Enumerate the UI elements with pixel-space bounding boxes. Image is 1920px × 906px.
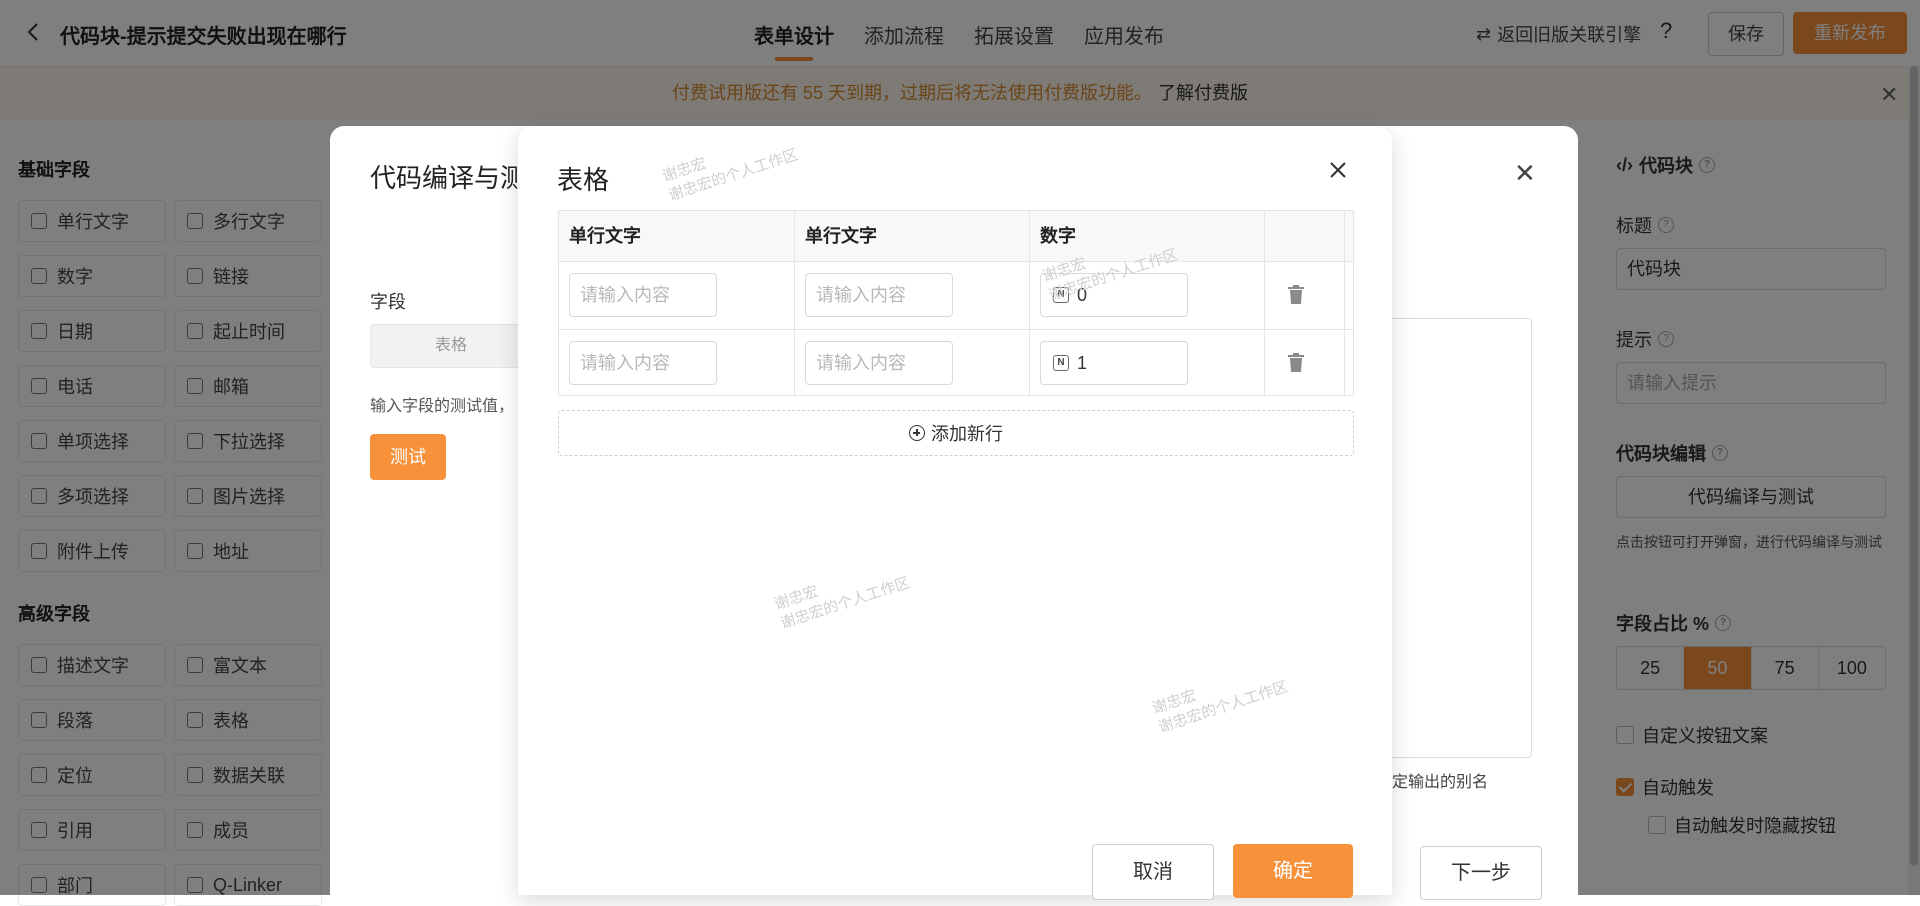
field-value-box[interactable]: 表格: [370, 324, 532, 368]
test-value-hint: 输入字段的测试值，: [370, 398, 515, 415]
close-icon[interactable]: [1326, 158, 1350, 182]
text-input[interactable]: 请输入内容: [569, 273, 717, 317]
column-header-actions: [1265, 211, 1345, 261]
text-input[interactable]: 请输入内容: [805, 341, 953, 385]
input-table: 单行文字 单行文字 数字 请输入内容 请输入内容 N0 请输入内容 请输入内容 …: [558, 210, 1354, 397]
add-row-button[interactable]: 添加新行: [558, 410, 1354, 456]
code-compile-modal-title: 代码编译与测: [370, 163, 527, 193]
field-label: 字段: [370, 292, 406, 312]
column-header-text-1: 单行文字: [559, 211, 795, 261]
confirm-button[interactable]: 确定: [1233, 844, 1353, 898]
number-input[interactable]: N1: [1040, 341, 1188, 385]
test-button[interactable]: 测试: [370, 434, 446, 480]
plus-circle-icon: [909, 425, 925, 441]
close-icon[interactable]: ✕: [1514, 158, 1536, 189]
add-row-label: 添加新行: [931, 424, 1003, 444]
text-input[interactable]: 请输入内容: [805, 273, 953, 317]
table-row: 请输入内容 请输入内容 N1: [559, 329, 1353, 397]
dialog-title: 表格: [557, 165, 610, 195]
trash-icon[interactable]: [1287, 285, 1305, 305]
number-value: 1: [1077, 352, 1088, 373]
table-header-row: 单行文字 单行文字 数字: [559, 211, 1353, 262]
cancel-button[interactable]: 取消: [1092, 844, 1214, 900]
trash-icon[interactable]: [1287, 353, 1305, 373]
number-icon: N: [1053, 355, 1069, 371]
column-header-text-2: 单行文字: [795, 211, 1030, 261]
table-row: 请输入内容 请输入内容 N0: [559, 261, 1353, 330]
next-step-button[interactable]: 下一步: [1420, 846, 1542, 900]
text-input[interactable]: 请输入内容: [569, 341, 717, 385]
